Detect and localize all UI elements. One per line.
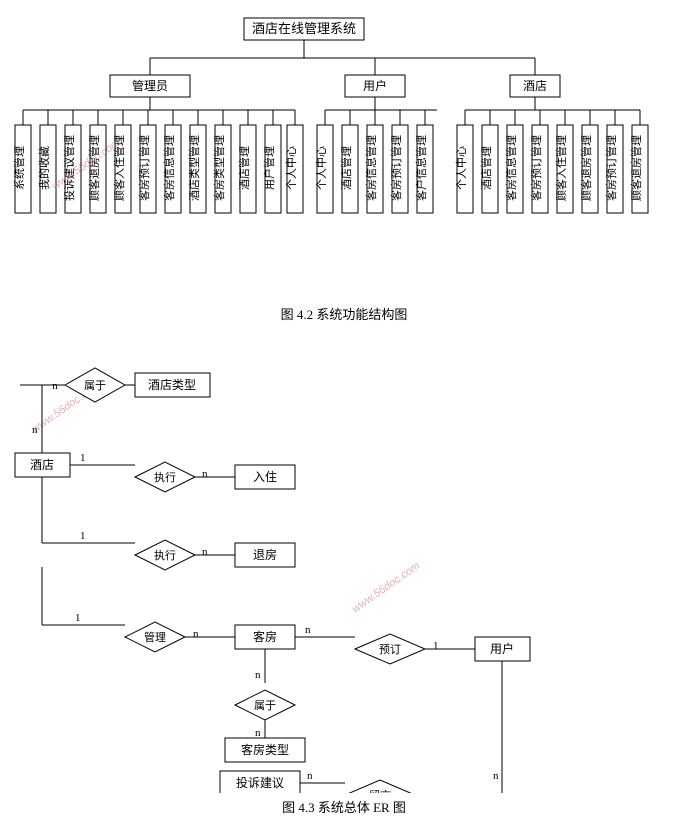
execute-1-label: 执行 xyxy=(154,470,176,484)
page: 酒店在线管理系统 管理员 用户 酒店 xyxy=(0,0,688,836)
belong-to-1-label: 属于 xyxy=(84,379,106,392)
manage-label: 管理 xyxy=(144,630,166,644)
admin-label: 管理员 xyxy=(132,78,168,93)
n-label-8: n xyxy=(307,770,313,782)
user-leaf-2: 酒店管理 xyxy=(339,146,353,190)
execute-2-label: 执行 xyxy=(154,548,176,562)
structure-svg: 酒店在线管理系统 管理员 用户 酒店 xyxy=(5,10,683,300)
reserve-label: 预订 xyxy=(379,643,401,656)
user-leaf-5: 客户信息管理 xyxy=(414,135,428,201)
watermark-3: www.56doc.com xyxy=(350,560,422,616)
diagram1: 酒店在线管理系统 管理员 用户 酒店 xyxy=(5,10,683,323)
diagram1-caption: 图 4.2 系统功能结构图 xyxy=(5,304,683,323)
hotel-leaf-3: 客房信息管理 xyxy=(504,135,518,201)
watermark-1: www.56doc.com xyxy=(50,137,122,193)
hotel-leaf-5: 顾客入住管理 xyxy=(554,135,568,201)
n-label-9: n xyxy=(493,770,499,782)
n-label-2: n xyxy=(202,468,208,480)
hotel-label: 酒店 xyxy=(523,79,547,93)
admin-leaf-8: 酒店类型管理 xyxy=(187,135,201,201)
room-type-node: 客房类型 xyxy=(241,742,289,757)
user-leaf-3: 客房信息管理 xyxy=(364,135,378,201)
hotel-leaf-6: 顾客退房管理 xyxy=(579,135,593,201)
admin-leaf-12: 个人中心 xyxy=(285,146,298,190)
checkin-node: 入住 xyxy=(253,470,277,484)
root-label: 酒店在线管理系统 xyxy=(252,21,356,36)
hotel-leaf-4: 客房预订管理 xyxy=(529,135,543,201)
n-label-7: n xyxy=(255,727,261,739)
hotel-type-node: 酒店类型 xyxy=(148,378,196,392)
hotel-node: 酒店 xyxy=(30,458,54,472)
admin-leaf-2: 我的收藏 xyxy=(37,146,51,190)
one-label-1: 1 xyxy=(80,452,86,464)
hotel-leaf-8: 顾客退房管理 xyxy=(629,135,643,201)
hotel-leaf-2: 酒店管理 xyxy=(479,146,493,190)
one-label-2: 1 xyxy=(80,530,86,542)
n-label-3: n xyxy=(202,546,208,558)
message-label: 留言 xyxy=(369,789,391,793)
one-label-3: 1 xyxy=(75,612,81,624)
checkout-node: 退房 xyxy=(253,547,277,562)
diagram2: www.56doc.com www.56doc.com 属于 n 酒店类型 酒店… xyxy=(5,333,683,816)
user-label: 用户 xyxy=(363,78,387,93)
user-leaf-1: 个人中心 xyxy=(315,146,328,190)
room-node: 客房 xyxy=(253,629,277,644)
user-node: 用户 xyxy=(490,641,514,656)
er-svg: www.56doc.com www.56doc.com 属于 n 酒店类型 酒店… xyxy=(5,333,683,793)
hotel-leaf-7: 客房预订管理 xyxy=(604,135,618,201)
admin-leaf-6: 客房预订管理 xyxy=(137,135,151,201)
admin-leaf-9: 客房类型管理 xyxy=(212,135,226,201)
belong-to-2-label: 属于 xyxy=(254,699,276,712)
diagram2-caption: 图 4.3 系统总体 ER 图 xyxy=(5,797,683,816)
user-leaf-4: 客房预订管理 xyxy=(389,135,403,201)
n-label-down-1: n xyxy=(32,424,38,436)
admin-leaf-1: 系统管理 xyxy=(12,146,26,190)
n-label-1: n xyxy=(52,380,58,392)
admin-leaf-7: 客房信息管理 xyxy=(162,135,176,201)
n-label-6: n xyxy=(255,669,261,681)
admin-leaf-10: 酒店管理 xyxy=(237,146,251,190)
one-label-4: 1 xyxy=(433,640,439,652)
n-label-5: n xyxy=(305,624,311,636)
admin-leaf-11: 用户管理 xyxy=(262,146,276,190)
hotel-leaf-1: 个人中心 xyxy=(455,146,468,190)
n-label-4: n xyxy=(193,628,199,640)
